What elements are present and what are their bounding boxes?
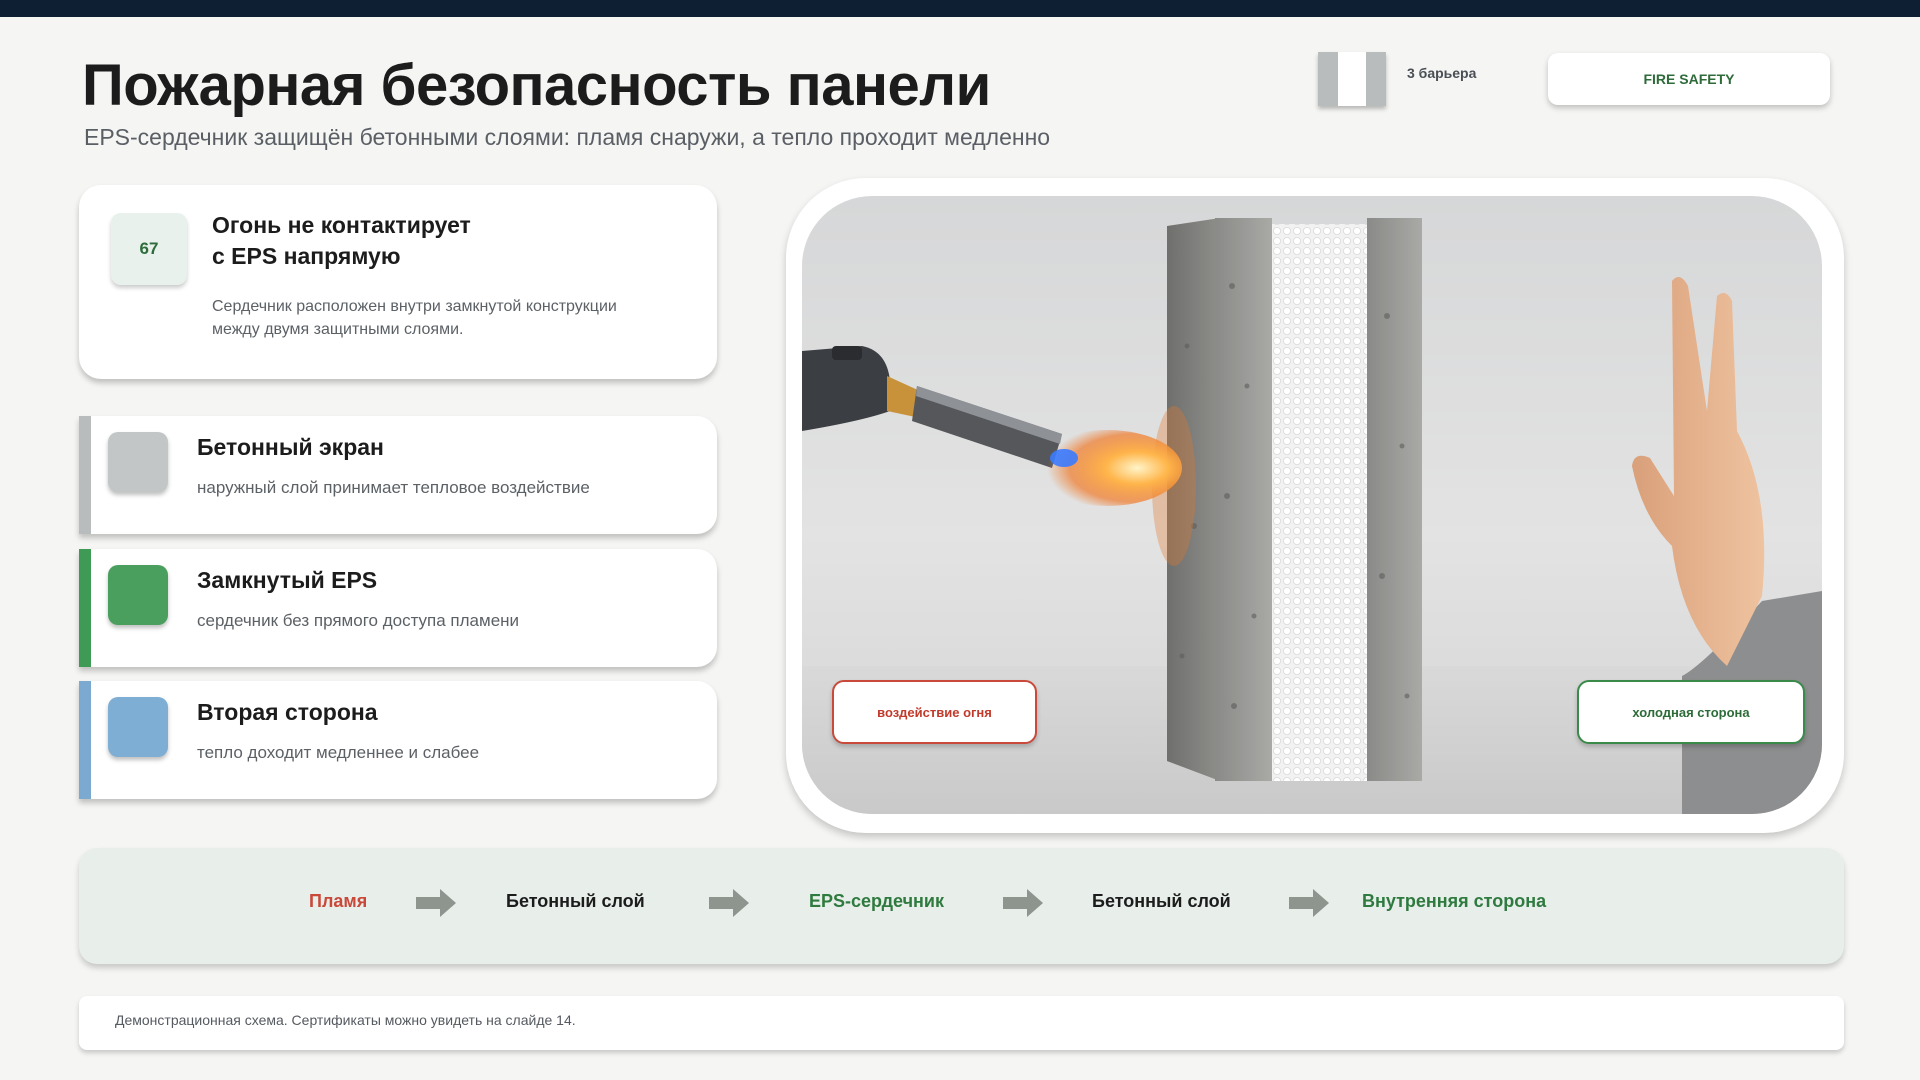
- arrow-right-icon: [1003, 889, 1043, 917]
- layer-stripe: [79, 681, 91, 799]
- layer-description: тепло доходит медленнее и слабее: [197, 743, 480, 762]
- arrow-right-icon: [709, 889, 749, 917]
- layer-card-concrete-screen: Бетонный экран наружный слой принимает т…: [79, 416, 717, 534]
- number-badge: 67: [111, 213, 187, 285]
- flow-step-concrete-1: Бетонный слой: [506, 891, 645, 911]
- fire-exposure-label: воздействие огня: [832, 680, 1037, 744]
- info-card-description: Сердечник расположен внутри замкнутой ко…: [212, 298, 617, 338]
- layer-stripe: [79, 416, 91, 534]
- layer-stripe: [79, 549, 91, 667]
- layer-card-eps: Замкнутый EPS сердечник без прямого дост…: [79, 549, 717, 667]
- barrier-layers-icon: [1318, 52, 1386, 106]
- layer-title: Вторая сторона: [197, 699, 378, 725]
- info-card-heading: Огонь не контактирует с EPS напрямую: [212, 212, 471, 269]
- layer-title: Бетонный экран: [197, 434, 384, 460]
- flow-step-inner-side: Внутренняя сторона: [1362, 891, 1547, 911]
- flow-step-concrete-2: Бетонный слой: [1092, 891, 1231, 911]
- layer-swatch: [108, 697, 168, 757]
- arrow-right-icon: [416, 889, 456, 917]
- layer-description: наружный слой принимает тепловое воздейс…: [197, 478, 590, 497]
- layer-title: Замкнутый EPS: [197, 567, 378, 593]
- top-bar: [0, 0, 1920, 17]
- cold-side-label: холодная сторона: [1577, 680, 1805, 744]
- page-title: Пожарная безопасность панели: [82, 53, 991, 118]
- footer-note-box: Демонстрационная схема. Сертификаты можн…: [79, 996, 1844, 1050]
- heat-flow-strip: Пламя Бетонный слой EPS-сердечник Бетонн…: [79, 848, 1844, 964]
- layer-card-second-side: Вторая сторона тепло доходит медленнее и…: [79, 681, 717, 799]
- flow-step-eps: EPS-сердечник: [809, 891, 944, 911]
- layer-swatch: [108, 565, 168, 625]
- flow-step-flame: Пламя: [309, 891, 368, 911]
- layer-swatch: [108, 432, 168, 492]
- arrow-right-icon: [1289, 889, 1329, 917]
- info-card: 67 Огонь не контактирует с EPS напрямую …: [79, 185, 717, 379]
- footer-note: Демонстрационная схема. Сертификаты можн…: [115, 1012, 576, 1028]
- fire-safety-badge: FIRE SAFETY: [1548, 53, 1830, 105]
- layer-description: сердечник без прямого доступа пламени: [197, 611, 520, 630]
- barrier-count-label: 3 барьера: [1407, 65, 1477, 81]
- page-subtitle: EPS-сердечник защищён бетонными слоями: …: [84, 124, 1051, 150]
